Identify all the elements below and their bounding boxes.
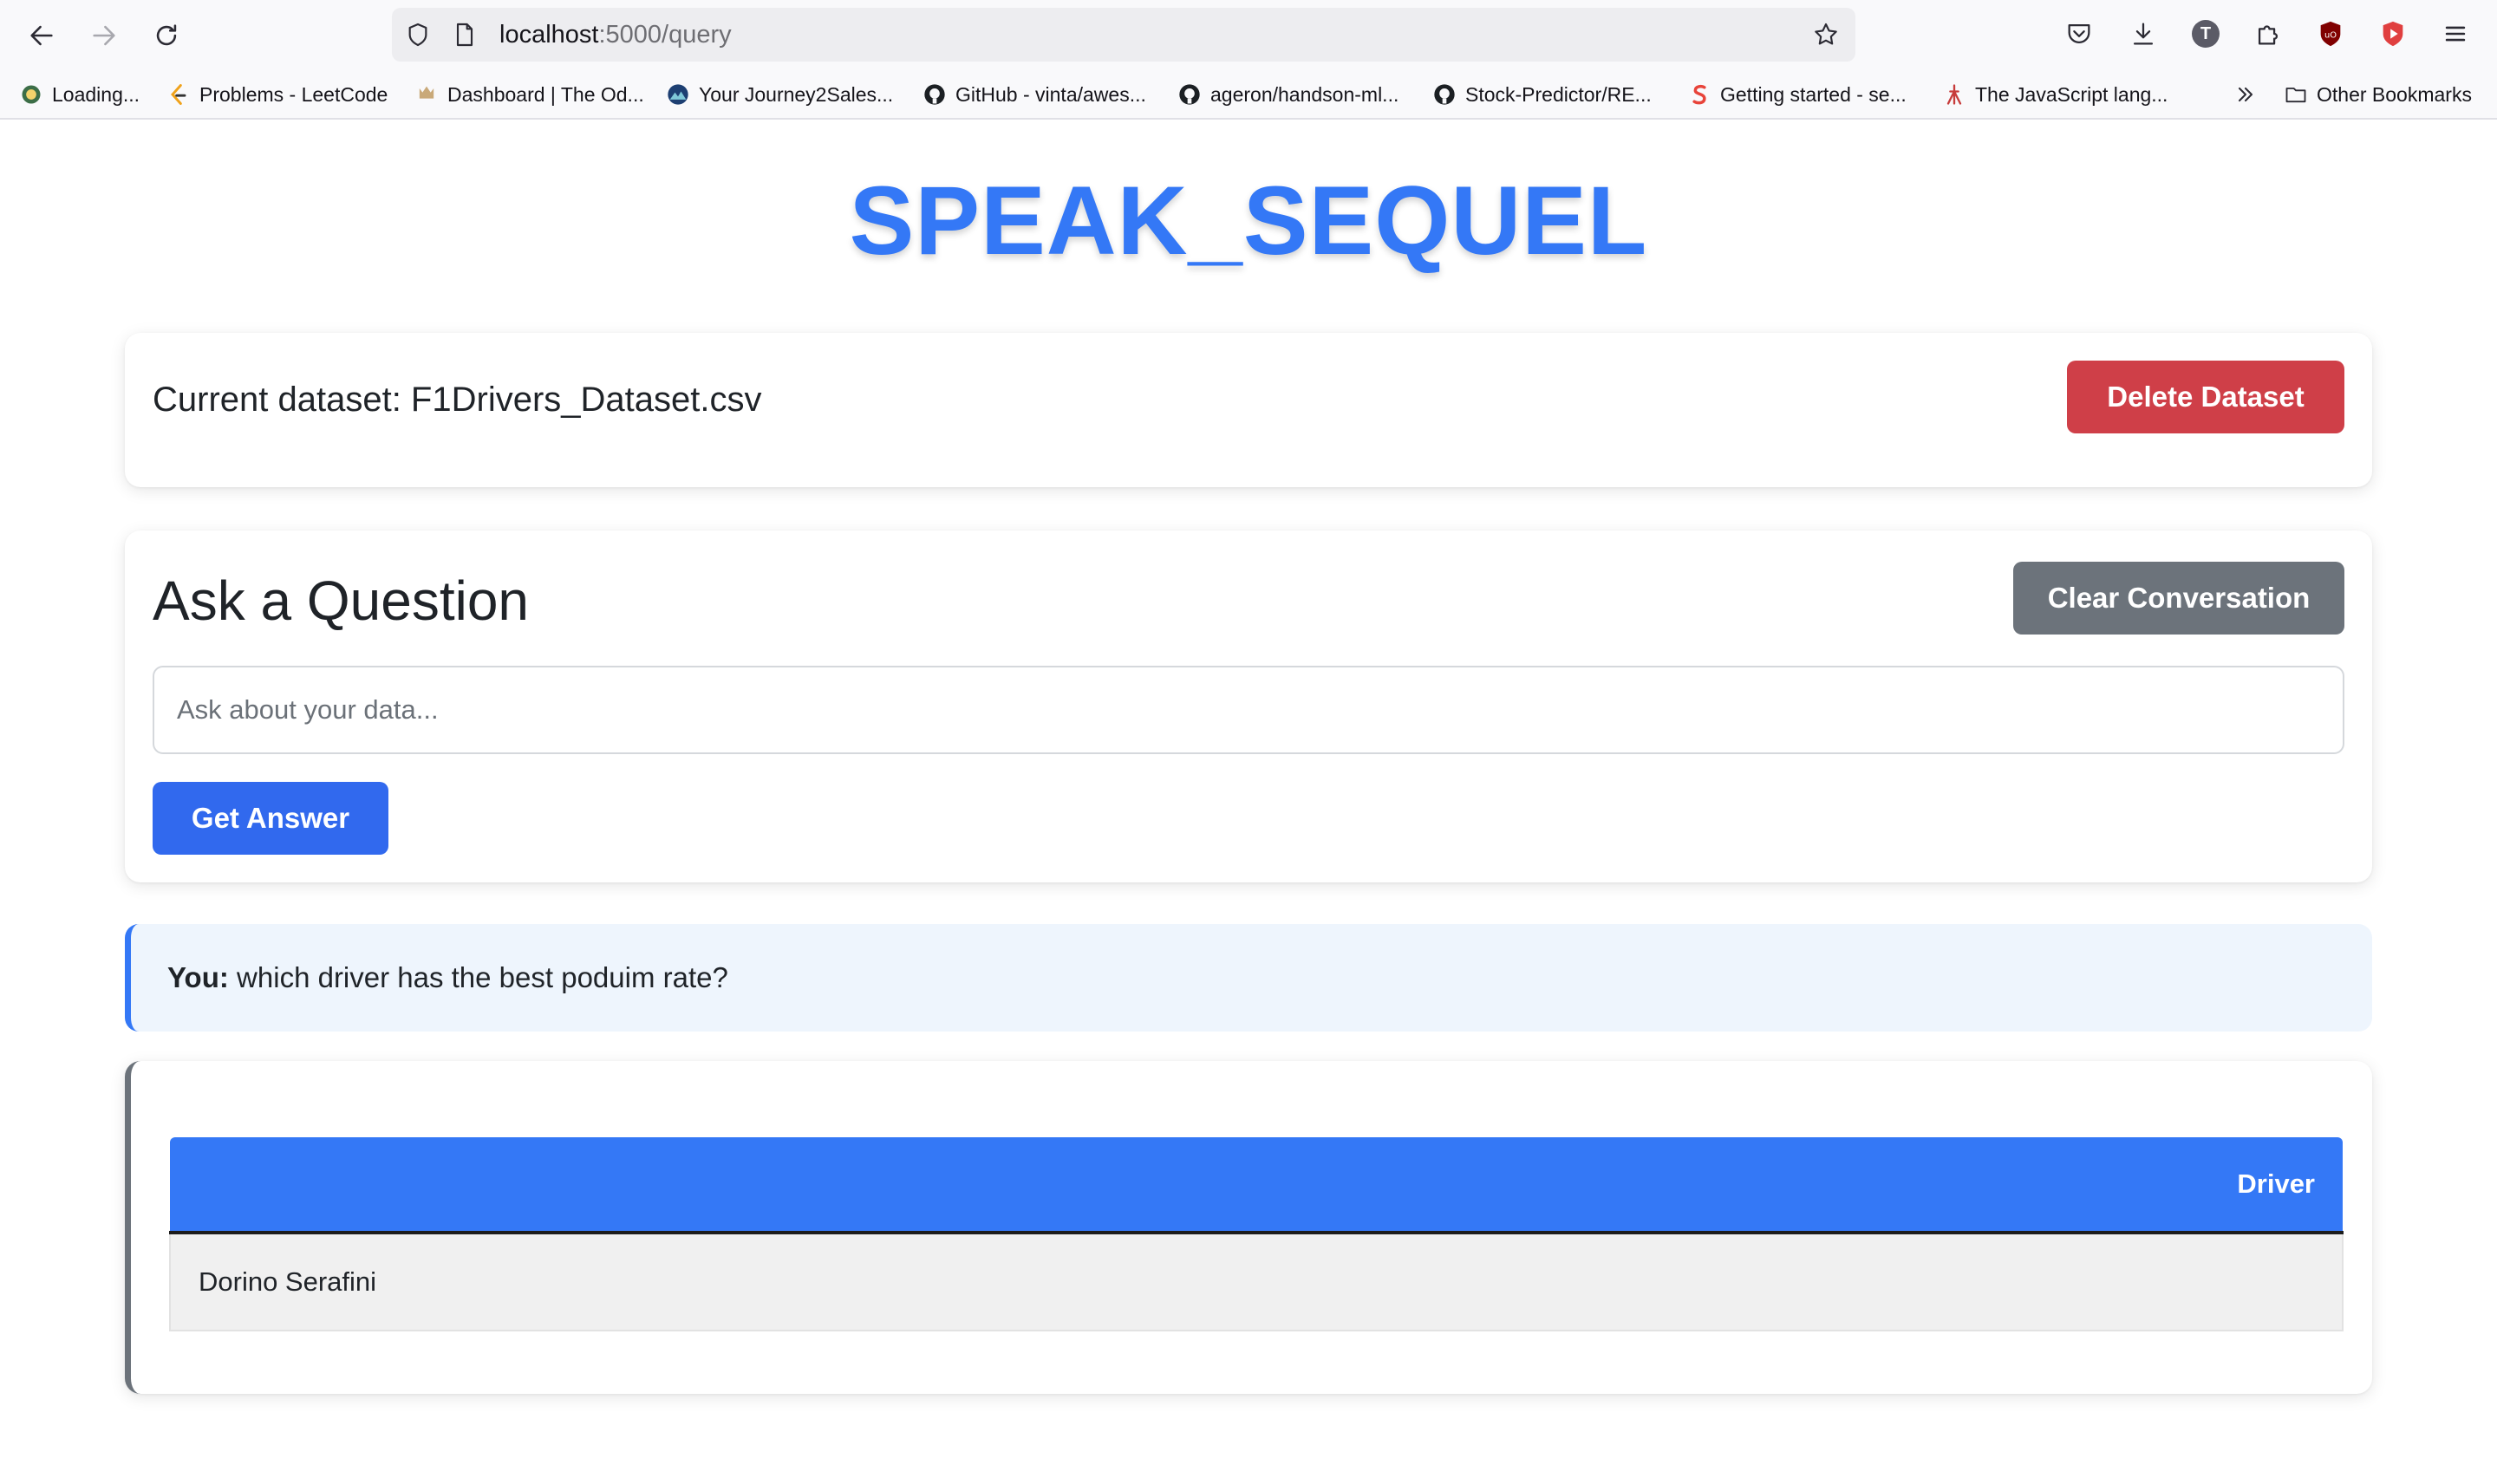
sequelize-favicon-icon (1687, 82, 1711, 107)
bookmark-item[interactable]: Getting started - se... (1687, 71, 1907, 118)
bookmark-label: Getting started - se... (1720, 82, 1907, 106)
menu-button[interactable] (2438, 16, 2473, 51)
github-favicon-icon (1177, 82, 1202, 107)
page-icon[interactable] (451, 21, 479, 49)
pocket-button[interactable] (2062, 16, 2096, 51)
dataset-card: Current dataset: F1Drivers_Dataset.csv D… (125, 333, 2372, 487)
table-cell-driver: Dorino Serafini (169, 1233, 2344, 1331)
user-message: You: which driver has the best poduim ra… (167, 924, 728, 1032)
bookmark-label: ageron/handson-ml... (1210, 82, 1399, 106)
bookmarks-overflow-button[interactable] (2233, 71, 2266, 118)
globe-favicon-icon (19, 82, 43, 107)
bookmark-item[interactable]: GitHub - vinta/awes... (923, 71, 1146, 118)
bookmark-label: Your Journey2Sales... (699, 82, 894, 106)
bookmark-label: Dashboard | The Od... (447, 82, 644, 106)
arrow-left-icon (30, 25, 53, 46)
delete-dataset-button[interactable]: Delete Dataset (2067, 361, 2344, 433)
leetcode-favicon-icon (166, 82, 191, 107)
app-title: SPEAK_SEQUEL (849, 166, 1648, 275)
bookmark-label: Problems - LeetCode (199, 82, 388, 106)
ublock-extension-button[interactable]: uO (2313, 16, 2348, 51)
result-table: Driver Dorino Serafini (169, 1137, 2344, 1331)
odin-favicon-icon (414, 82, 439, 107)
bookmark-item[interactable]: Dashboard | The Od... (414, 71, 644, 118)
mdn-favicon-icon (1942, 82, 1966, 107)
bookmark-label: Stock-Predictor/RE... (1465, 82, 1652, 106)
bookmark-item[interactable]: ageron/handson-ml... (1177, 71, 1398, 118)
mountain-favicon-icon (666, 82, 690, 107)
bookmark-item[interactable]: Loading... (19, 71, 140, 118)
url-path: :5000/query (598, 21, 732, 49)
extensions-button[interactable] (2251, 16, 2285, 51)
download-icon (2133, 23, 2154, 45)
github-favicon-icon (923, 82, 947, 107)
bookmark-label: The JavaScript lang... (1975, 82, 2168, 106)
downloads-button[interactable] (2126, 16, 2161, 51)
puzzle-icon (2258, 25, 2278, 45)
hamburger-menu-icon (2445, 26, 2466, 42)
bookmarks-bar: Loading... Problems - LeetCode Dashboard… (0, 71, 2497, 120)
bookmark-item[interactable]: Your Journey2Sales... (666, 71, 893, 118)
pocket-icon (2068, 23, 2090, 43)
user-message-text: which driver has the best poduim rate? (237, 961, 728, 993)
folder-icon (2284, 82, 2308, 107)
svg-text:uO: uO (2324, 30, 2337, 40)
other-bookmarks-label: Other Bookmarks (2317, 82, 2472, 106)
shield-icon[interactable] (404, 21, 432, 49)
profile-button[interactable]: T (2188, 16, 2223, 51)
ask-question-heading: Ask a Question (153, 570, 529, 632)
arrow-right-icon (93, 25, 115, 46)
double-chevron-icon (2233, 82, 2258, 107)
clear-conversation-button[interactable]: Clear Conversation (2013, 562, 2344, 635)
table-header-driver: Driver (170, 1137, 2343, 1234)
profile-avatar: T (2192, 20, 2220, 48)
url-text[interactable]: localhost:5000/query (499, 8, 732, 62)
query-input[interactable] (153, 666, 2344, 754)
table-row: Dorino Serafini (169, 1233, 2344, 1331)
ublock-icon: uO (2320, 21, 2341, 47)
browser-toolbar: localhost:5000/query T uO (0, 0, 2497, 71)
get-answer-button[interactable]: Get Answer (153, 782, 388, 855)
back-button[interactable] (21, 15, 62, 56)
current-dataset-label: Current dataset: F1Drivers_Dataset.csv (153, 381, 762, 419)
github-favicon-icon (1432, 82, 1457, 107)
star-icon[interactable] (1812, 21, 1840, 49)
bookmark-label: GitHub - vinta/awes... (955, 82, 1146, 106)
url-host: localhost (499, 21, 599, 49)
video-extension-button[interactable] (2376, 16, 2410, 51)
other-bookmarks-folder[interactable]: Other Bookmarks (2284, 71, 2472, 118)
answer-card: Driver Dorino Serafini (125, 1061, 2372, 1394)
address-bar[interactable]: localhost:5000/query (392, 8, 1855, 62)
forward-button[interactable] (83, 15, 125, 56)
reload-button[interactable] (146, 15, 187, 56)
bookmark-label: Loading... (52, 82, 140, 106)
user-message-prefix: You: (167, 961, 229, 993)
bookmark-item[interactable]: Problems - LeetCode (166, 71, 388, 118)
table-header-row: Driver (170, 1137, 2343, 1234)
user-message-bubble: You: which driver has the best poduim ra… (125, 924, 2372, 1032)
reload-icon (156, 24, 177, 46)
ask-question-card: Ask a Question Clear Conversation Get An… (125, 530, 2372, 882)
bookmark-item[interactable]: The JavaScript lang... (1942, 71, 2168, 118)
play-shield-icon (2383, 21, 2403, 47)
bookmark-item[interactable]: Stock-Predictor/RE... (1432, 71, 1652, 118)
